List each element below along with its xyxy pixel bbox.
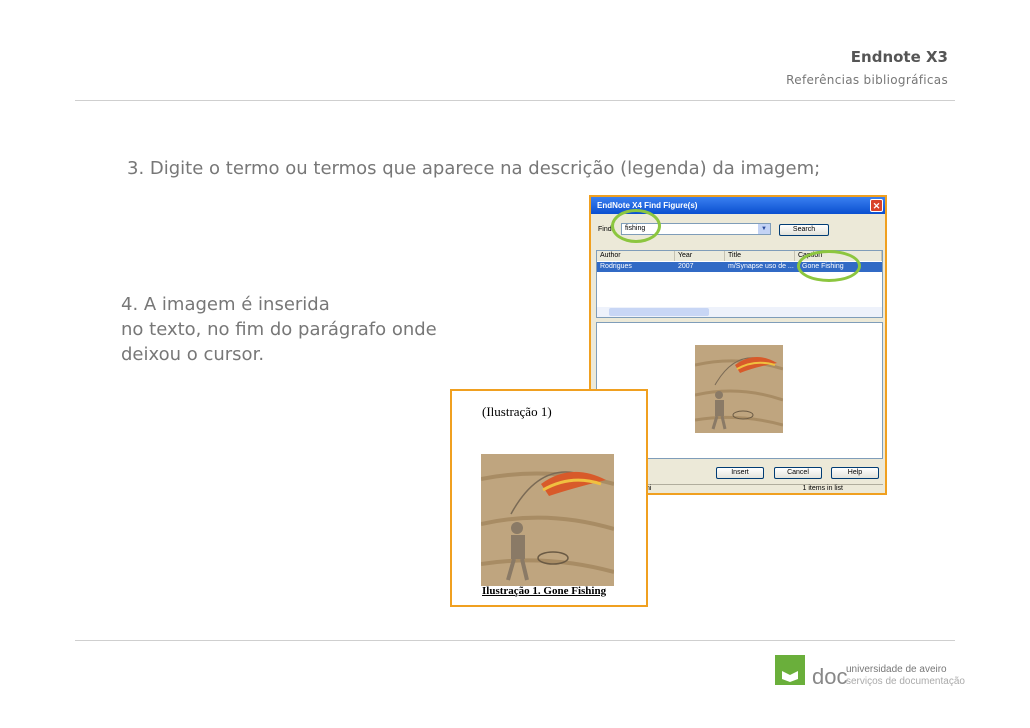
- help-button[interactable]: Help: [831, 467, 879, 479]
- find-highlight-circle: [611, 209, 661, 243]
- fly-fishing-image: [481, 454, 614, 586]
- search-button[interactable]: Search: [779, 224, 829, 236]
- horizontal-scrollbar[interactable]: [597, 307, 882, 317]
- doc-wordmark: doc: [812, 664, 848, 689]
- step-4-line: 4. A imagem é inserida: [121, 294, 330, 315]
- caption-highlight-circle: [797, 250, 861, 282]
- cancel-button[interactable]: Cancel: [774, 467, 822, 479]
- step-3-text: 3. Digite o termo ou termos que aparece …: [127, 158, 821, 179]
- row-title: m/Synapse uso de ...: [728, 263, 794, 270]
- find-label: Find: [598, 226, 612, 233]
- inserted-figure-snippet: (Ilustração 1) Ilustração 1. Gone Fishin…: [450, 389, 648, 607]
- top-divider: [75, 100, 955, 101]
- step-4-line: no texto, no fim do parágrafo onde: [121, 319, 437, 340]
- fly-fishing-image: [695, 345, 783, 433]
- row-author: Rodrigues: [600, 263, 632, 270]
- status-count: 1 items in list: [802, 485, 843, 492]
- insert-button[interactable]: Insert: [716, 467, 764, 479]
- slide-subtitle: Referências bibliográficas: [786, 73, 948, 87]
- close-icon[interactable]: ✕: [870, 199, 883, 212]
- figure-caption: Ilustração 1. Gone Fishing: [482, 585, 607, 597]
- figure-reference: (Ilustração 1): [482, 404, 552, 419]
- chevron-down-icon[interactable]: ▼: [758, 224, 770, 234]
- dialog-title: EndNote X4 Find Figure(s): [597, 201, 698, 210]
- column-header-author[interactable]: Author: [597, 251, 675, 261]
- university-name: universidade de aveiro: [846, 664, 947, 675]
- column-header-title[interactable]: Title: [725, 251, 795, 261]
- university-logo-icon: [775, 655, 805, 685]
- column-header-year[interactable]: Year: [675, 251, 725, 261]
- step-4-text: 4. A imagem é inserida no texto, no fim …: [121, 292, 541, 367]
- row-year: 2007: [678, 263, 694, 270]
- step-4-line: deixou o cursor.: [121, 344, 265, 365]
- bottom-divider: [75, 640, 955, 641]
- slide-title: Endnote X3: [850, 48, 948, 66]
- services-name: serviços de documentação: [846, 676, 965, 687]
- scroll-thumb[interactable]: [609, 308, 709, 316]
